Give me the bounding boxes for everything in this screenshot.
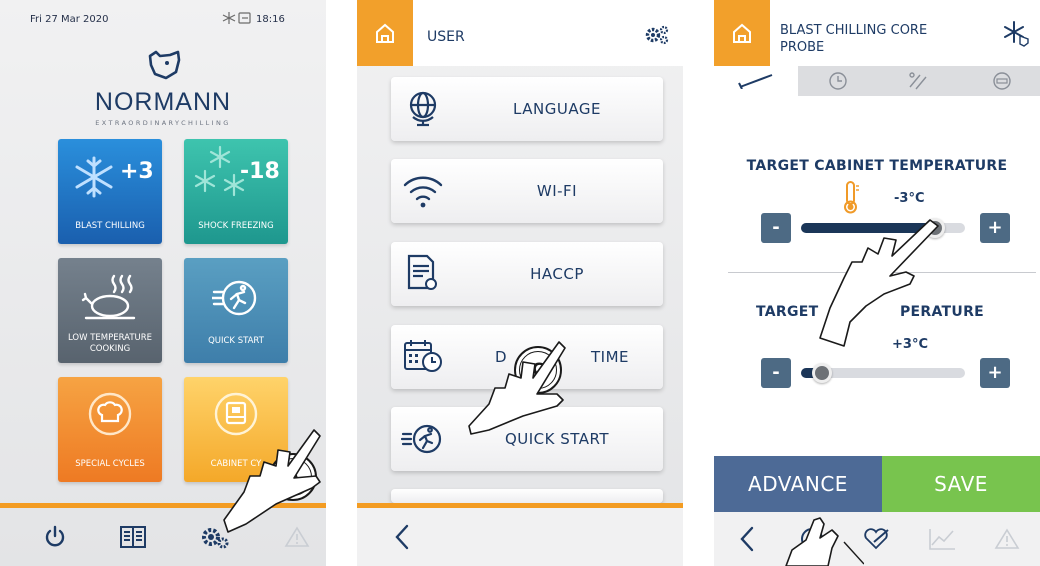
- title-line2: PROBE: [780, 40, 825, 55]
- mode-button[interactable]: [1002, 20, 1030, 52]
- menu-item-label: WI-FI: [536, 182, 578, 200]
- blast-temp: +3: [120, 159, 154, 184]
- chevron-left-icon: [739, 526, 753, 552]
- cabinet-temperature-title: TARGET CABINET TEMPERATURE: [746, 158, 1008, 174]
- home-icon: [376, 23, 394, 43]
- low-temp-line2: COOKING: [89, 344, 131, 354]
- alarms-button[interactable]: [974, 512, 1039, 566]
- advance-button[interactable]: ADVANCE: [714, 456, 882, 512]
- warning-icon: [994, 528, 1019, 549]
- back-button[interactable]: [361, 508, 442, 566]
- shock-freezing-tile[interactable]: -18 SHOCK FREEZING: [184, 139, 288, 244]
- snowflake-status-icon: [222, 12, 251, 24]
- snowflake-icon: [75, 156, 113, 198]
- cabinet-minus-button[interactable]: -: [761, 213, 791, 243]
- brand-tagline: EXTRAORDINARYCHILLING: [95, 119, 231, 127]
- clock-icon: [829, 72, 847, 90]
- save-button[interactable]: SAVE: [882, 456, 1040, 512]
- cabinet-plus-button[interactable]: +: [980, 213, 1010, 243]
- special-cycles-tile[interactable]: SPECIAL CYCLES: [58, 377, 162, 482]
- graph-button[interactable]: [909, 512, 974, 566]
- home-button[interactable]: [714, 0, 770, 66]
- haccp-document-icon: [407, 254, 437, 290]
- user-menu-screen: USER LANGUAGE WI-FI HACCP D TIME QUICK S…: [357, 0, 683, 566]
- top-bar: BLAST CHILLING CORE PROBE: [714, 0, 1040, 66]
- menu-item-wifi[interactable]: WI-FI: [391, 159, 663, 223]
- book-icon: [119, 526, 146, 548]
- tab-probe[interactable]: [714, 66, 798, 96]
- tab-bar: [714, 66, 1040, 96]
- blast-chilling-label: BLAST CHILLING: [75, 221, 145, 231]
- page-title: BLAST CHILLING CORE PROBE: [780, 22, 927, 56]
- core-plus-button[interactable]: +: [980, 358, 1010, 388]
- special-cycles-label: SPECIAL CYCLES: [75, 459, 145, 469]
- quick-start-tile[interactable]: QUICK START: [184, 258, 288, 363]
- recipe-book-button[interactable]: [92, 508, 173, 566]
- home-button[interactable]: [357, 0, 413, 66]
- quick-start-runner-icon: [401, 424, 442, 454]
- pointing-hand-icon: [785, 517, 864, 566]
- tab-ventilation[interactable]: [960, 66, 1040, 96]
- page-title: USER: [427, 29, 465, 45]
- status-time: 18:16: [256, 14, 285, 25]
- probe-needle-icon: [738, 74, 773, 89]
- core-probe-screen: BLAST CHILLING CORE PROBE TARGET CABINET…: [714, 0, 1040, 566]
- pointing-hand-icon: [468, 341, 566, 435]
- status-date: Fri 27 Mar 2020: [30, 14, 109, 25]
- shock-freezing-label: SHOCK FREEZING: [198, 221, 274, 231]
- power-button[interactable]: [14, 508, 95, 566]
- low-temperature-cooking-label: LOW TEMPERATURE COOKING: [58, 333, 162, 355]
- home-screen: Fri 27 Mar 2020 18:16 NORMANN EXTRAORDIN…: [0, 0, 326, 566]
- status-bar: Fri 27 Mar 2020 18:16: [0, 0, 326, 40]
- polar-bear-logo-icon: [148, 50, 181, 80]
- snowflake-touch-icon: [1004, 21, 1029, 47]
- quick-start-runner-icon: [212, 280, 257, 316]
- tab-multi-probe[interactable]: [876, 66, 960, 96]
- calendar-clock-icon: [404, 340, 442, 372]
- probe-bottom-nav: [714, 512, 1040, 566]
- menu-item-language[interactable]: LANGUAGE: [391, 77, 663, 141]
- top-bar: USER: [357, 0, 683, 66]
- wifi-icon: [403, 176, 443, 208]
- low-temp-line1: LOW TEMPERATURE: [67, 333, 153, 343]
- core-minus-button[interactable]: -: [761, 358, 791, 388]
- line-chart-icon: [928, 529, 955, 550]
- chef-hat-icon: [88, 392, 132, 436]
- tab-timer[interactable]: [796, 66, 880, 96]
- menu-item-haccp[interactable]: HACCP: [391, 242, 663, 306]
- brand-name: NORMANN: [94, 88, 232, 116]
- home-icon: [733, 23, 751, 43]
- menu-item-partial[interactable]: [391, 489, 663, 503]
- menu-item-label-right: TIME: [591, 348, 630, 366]
- thermometer-icon: [844, 181, 859, 214]
- title-line1: BLAST CHILLING CORE: [780, 23, 928, 38]
- roast-chicken-icon: [81, 274, 136, 320]
- shock-temp: -18: [240, 159, 280, 184]
- power-icon: [45, 525, 64, 547]
- menu-bottom-nav: [357, 508, 683, 566]
- chevron-left-icon: [394, 524, 408, 550]
- blast-chilling-tile[interactable]: +3 BLAST CHILLING: [58, 139, 162, 244]
- fan-icon: [993, 72, 1011, 90]
- status-icons: [222, 11, 252, 29]
- heart-pencil-icon: [863, 528, 889, 550]
- core-temperature-slider[interactable]: [801, 363, 965, 383]
- back-button[interactable]: [714, 512, 779, 566]
- cabinet-temperature-value: -3°C: [894, 191, 925, 206]
- pointing-hand-icon: [223, 429, 321, 533]
- menu-item-label: HACCP: [530, 265, 584, 283]
- low-temperature-cooking-tile[interactable]: LOW TEMPERATURE COOKING: [58, 258, 162, 363]
- quick-start-label: QUICK START: [208, 336, 264, 346]
- globe-icon: [409, 91, 437, 127]
- pointing-hand-icon: [819, 219, 939, 347]
- menu-item-label: LANGUAGE: [513, 100, 601, 118]
- settings-button[interactable]: [645, 25, 669, 49]
- gears-icon: [645, 25, 669, 45]
- multi-probe-icon: [909, 72, 927, 90]
